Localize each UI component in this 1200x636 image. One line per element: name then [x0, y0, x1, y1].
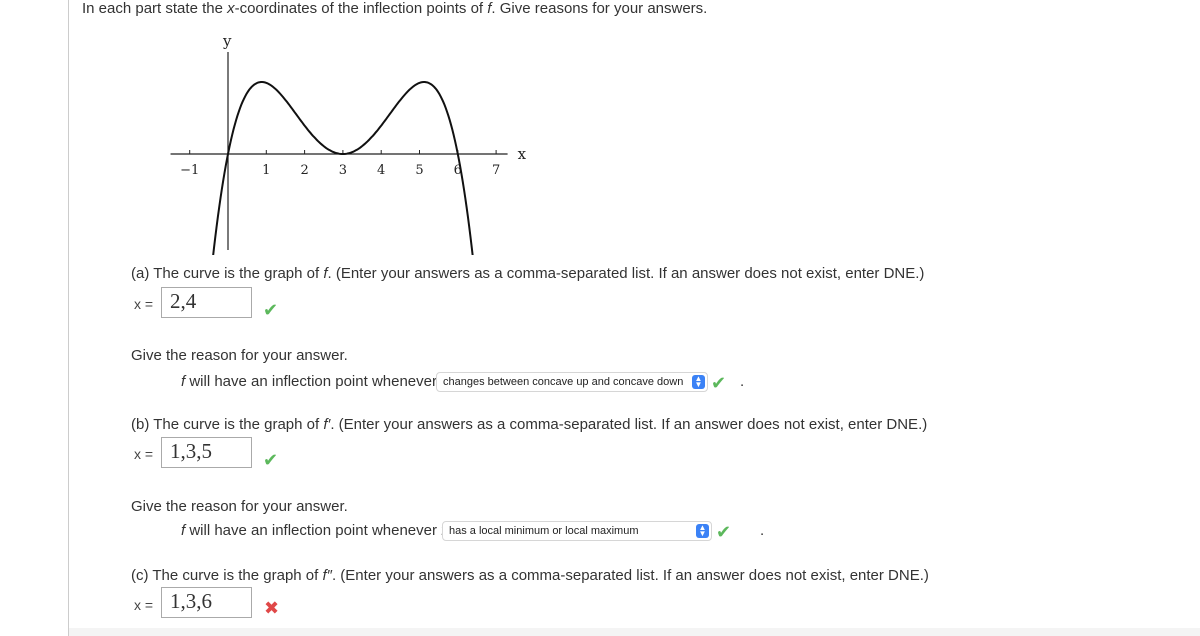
footer-band — [69, 628, 1200, 636]
cross-icon: ✖ — [264, 598, 280, 618]
part-a-answer-input[interactable]: 2,4 — [161, 287, 252, 318]
content-left-border — [68, 0, 69, 636]
x-tick-label: 5 — [415, 163, 423, 178]
prompt-text: . (Enter your answers as a comma-separat… — [327, 265, 925, 282]
select-updown-icon: ▲ ▼ — [692, 375, 705, 389]
y-axis-label: y — [222, 32, 232, 50]
x-tick-label: 3 — [339, 163, 347, 178]
part-a-reason-select[interactable]: changes between concave up and concave d… — [436, 372, 708, 392]
check-icon: ✔ — [711, 373, 727, 393]
reason-text: will have an inflection point whenever — [185, 373, 442, 390]
x-tick-label: 2 — [300, 163, 308, 178]
reason-text: will have an inflection point whenever — [185, 522, 442, 539]
question-intro: In each part state the x-coordinates of … — [82, 0, 707, 17]
prompt-text: (b) The curve is the graph of — [131, 416, 324, 433]
sentence-period: . — [740, 373, 745, 390]
selected-option: has a local minimum or local maximum — [449, 525, 639, 537]
intro-text: -coordinates of the inflection points of — [234, 0, 488, 17]
part-a-x-label: x = — [134, 296, 154, 312]
part-b-answer-input[interactable]: 1,3,5 — [161, 437, 252, 468]
part-a-reason-label: Give the reason for your answer. — [131, 347, 348, 364]
x-tick-label: 1 — [262, 163, 270, 178]
prompt-function: f″ — [322, 567, 332, 584]
x-tick-label: −1 — [180, 163, 199, 178]
intro-text: In each part state the — [82, 0, 228, 17]
part-a-reason-sentence: f will have an inflection point whenever… — [181, 373, 445, 390]
sentence-period: . — [760, 522, 765, 539]
graph-svg: x y −1 1 2 3 4 5 6 7 — [170, 32, 527, 260]
x-axis-label: x — [518, 145, 527, 163]
part-b-reason-select[interactable]: has a local minimum or local maximum ▲ ▼ — [442, 521, 712, 541]
select-updown-icon: ▲ ▼ — [696, 524, 709, 538]
prompt-text: (c) The curve is the graph of — [131, 567, 323, 584]
prompt-text: (a) The curve is the graph of — [131, 265, 324, 282]
check-icon: ✔ — [263, 450, 279, 470]
part-c-prompt: (c) The curve is the graph of f″. (Enter… — [131, 567, 929, 584]
function-graph: x y −1 1 2 3 4 5 6 7 — [160, 30, 530, 260]
intro-text: . Give reasons for your answers. — [491, 0, 708, 17]
part-b-prompt: (b) The curve is the graph of f′. (Enter… — [131, 416, 927, 433]
part-b-x-label: x = — [134, 446, 154, 462]
x-tick-label: 7 — [492, 163, 500, 178]
check-icon: ✔ — [716, 522, 732, 542]
x-tick-label: 4 — [377, 163, 385, 178]
part-c-x-label: x = — [134, 597, 154, 613]
selected-option: changes between concave up and concave d… — [443, 376, 684, 388]
prompt-text: . (Enter your answers as a comma-separat… — [331, 567, 929, 584]
prompt-text: . (Enter your answers as a comma-separat… — [330, 416, 928, 433]
check-icon: ✔ — [263, 300, 279, 320]
part-b-reason-label: Give the reason for your answer. — [131, 498, 348, 515]
part-c-answer-input[interactable]: 1,3,6 — [161, 587, 252, 618]
intro-x: x — [227, 0, 235, 17]
part-a-prompt: (a) The curve is the graph of f. (Enter … — [131, 265, 924, 282]
part-b-reason-sentence: f will have an inflection point whenever… — [181, 522, 448, 539]
